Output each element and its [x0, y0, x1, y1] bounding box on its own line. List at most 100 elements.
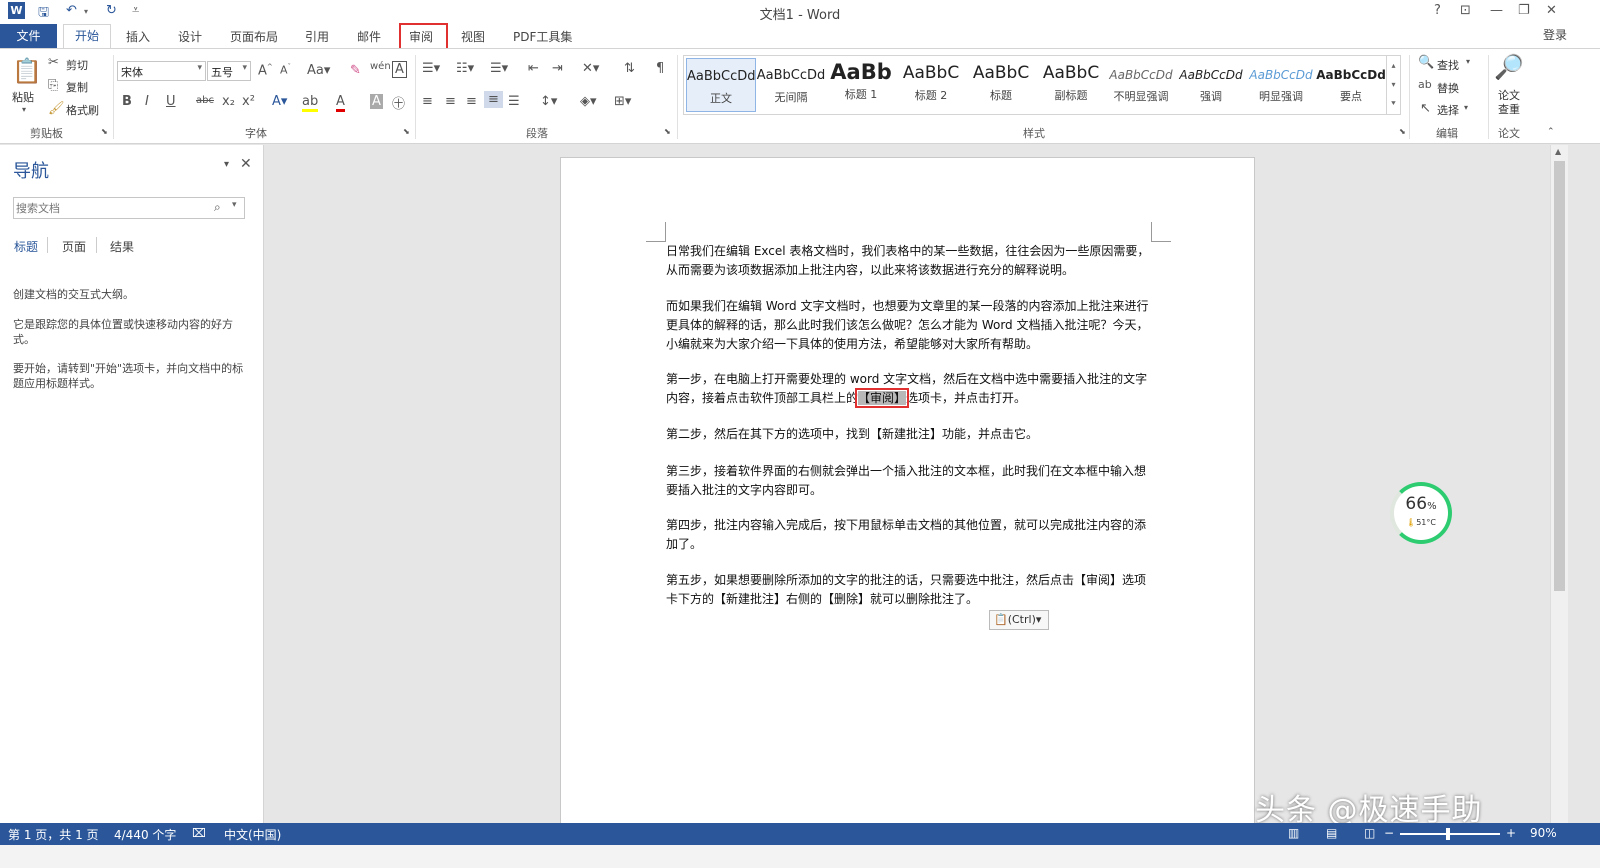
borders-icon[interactable]: ⊞▾ — [614, 94, 631, 109]
print-layout-icon[interactable]: ▤ — [1326, 826, 1337, 840]
copy-button[interactable]: 复制 — [66, 79, 88, 95]
chevron-down-icon[interactable]: ▾ — [1464, 103, 1468, 112]
paragraph-launcher-icon[interactable]: ⬊ — [664, 127, 671, 136]
enclose-character-icon[interactable]: ㊉ — [392, 93, 405, 112]
text-effects-icon[interactable]: A▾ — [272, 94, 287, 109]
proofing-icon[interactable]: ⌧ — [192, 826, 206, 840]
style-item[interactable]: AaBbC 标题 2 — [896, 58, 966, 112]
ribbon-display-icon[interactable]: ⊡ — [1460, 3, 1471, 18]
select-button[interactable]: 选择 — [1437, 102, 1459, 118]
paper-check-button[interactable]: 论文查重 — [1498, 89, 1524, 117]
align-right-icon[interactable]: ≡ — [466, 94, 477, 109]
chinese-layout-icon[interactable]: ✕▾ — [582, 61, 599, 76]
vertical-scrollbar[interactable]: ▲ — [1550, 145, 1568, 823]
numbering-icon[interactable]: ☷▾ — [456, 61, 474, 76]
increase-indent-icon[interactable]: ⇥ — [552, 61, 563, 76]
replace-button[interactable]: 替换 — [1437, 80, 1459, 96]
underline-icon[interactable]: U — [166, 94, 176, 109]
status-words[interactable]: 4/440 个字 — [114, 826, 176, 843]
tab-home[interactable]: 开始 — [63, 24, 111, 49]
superscript-icon[interactable]: x² — [242, 94, 255, 109]
styles-launcher-icon[interactable]: ⬊ — [1399, 127, 1406, 136]
gallery-more-icon[interactable]: ⯆ — [1387, 94, 1400, 113]
grow-font-icon[interactable]: A^ — [258, 63, 273, 78]
tab-view[interactable]: 视图 — [461, 28, 485, 45]
login-link[interactable]: 登录 — [1543, 26, 1567, 43]
italic-icon[interactable]: I — [145, 94, 149, 109]
phonetic-guide-icon[interactable]: wén — [370, 61, 391, 72]
document-page[interactable]: 日常我们在编辑 Excel 表格文档时，我们表格中的某一些数据，往往会因为一些原… — [560, 157, 1255, 837]
chevron-down-icon[interactable]: ▾ — [1466, 57, 1470, 66]
tab-references[interactable]: 引用 — [305, 28, 329, 45]
performance-widget[interactable]: 66% 🌡51°C — [1390, 482, 1452, 544]
character-shading-icon[interactable]: A — [370, 94, 383, 109]
zoom-in-icon[interactable]: + — [1506, 826, 1516, 840]
zoom-thumb[interactable] — [1446, 828, 1450, 840]
distributed-icon[interactable]: ☰ — [508, 94, 520, 109]
show-marks-icon[interactable]: ¶ — [656, 61, 664, 76]
web-layout-icon[interactable]: ◫ — [1364, 826, 1375, 840]
shading-icon[interactable]: ◈▾ — [580, 94, 597, 109]
tab-layout[interactable]: 页面布局 — [230, 28, 278, 45]
nav-search-input[interactable] — [16, 200, 206, 216]
format-painter-button[interactable]: 格式刷 — [66, 102, 99, 118]
scroll-up-icon[interactable]: ▲ — [1555, 147, 1561, 156]
style-item[interactable]: AaBbCcDd 正文 — [686, 58, 756, 112]
status-language[interactable]: 中文(中国) — [224, 826, 281, 843]
tab-insert[interactable]: 插入 — [126, 28, 150, 45]
bold-icon[interactable]: B — [122, 94, 132, 109]
read-mode-icon[interactable]: ▥ — [1288, 826, 1299, 840]
paste-dropdown-icon[interactable]: ▾ — [22, 105, 26, 114]
font-name-combo[interactable]: 宋体 ▾ — [117, 61, 206, 81]
gallery-down-icon[interactable]: ▾ — [1387, 75, 1400, 94]
nav-options-icon[interactable]: ▾ — [224, 159, 229, 170]
highlight-icon[interactable]: ab — [302, 94, 319, 112]
tab-mailings[interactable]: 邮件 — [357, 28, 381, 45]
tab-file[interactable]: 文件 — [0, 24, 57, 48]
nav-tab-headings[interactable]: 标题 — [14, 238, 38, 255]
cut-button[interactable]: 剪切 — [66, 57, 88, 73]
bullets-icon[interactable]: ☰▾ — [422, 61, 440, 76]
minimize-icon[interactable]: — — [1490, 3, 1503, 18]
align-center-icon[interactable]: ≡ — [445, 94, 456, 109]
nav-tab-results[interactable]: 结果 — [110, 238, 134, 255]
paste-button[interactable]: 粘贴 — [12, 89, 34, 105]
style-item[interactable]: AaBbC 标题 — [966, 58, 1036, 112]
sort-icon[interactable]: ⇅ — [624, 61, 635, 76]
font-size-combo[interactable]: 五号 ▾ — [207, 61, 251, 81]
subscript-icon[interactable]: x₂ — [222, 94, 235, 109]
change-case-icon[interactable]: Aa▾ — [307, 63, 330, 78]
clear-formatting-icon[interactable]: ✎ — [350, 63, 361, 78]
style-item[interactable]: AaBbCcDd 要点 — [1316, 58, 1386, 112]
clipboard-launcher-icon[interactable]: ⬊ — [101, 127, 108, 136]
multilevel-list-icon[interactable]: ☰▾ — [490, 61, 508, 76]
nav-tab-pages[interactable]: 页面 — [62, 238, 86, 255]
style-item[interactable]: AaBbCcDd 明显强调 — [1246, 58, 1316, 112]
gallery-scroll[interactable]: ▴ ▾ ⯆ — [1386, 56, 1400, 114]
help-button[interactable]: ? — [1434, 3, 1441, 18]
character-border-icon[interactable]: A — [392, 61, 407, 78]
paste-options-button[interactable]: 📋(Ctrl)▾ — [989, 610, 1049, 630]
zoom-out-icon[interactable]: − — [1384, 826, 1394, 840]
find-button[interactable]: 查找 — [1437, 57, 1459, 73]
scroll-thumb[interactable] — [1554, 161, 1565, 591]
line-spacing-icon[interactable]: ↕▾ — [540, 94, 557, 109]
status-page[interactable]: 第 1 页，共 1 页 — [8, 826, 99, 843]
shrink-font-icon[interactable]: Aˇ — [280, 63, 291, 77]
zoom-level[interactable]: 90% — [1530, 826, 1557, 840]
tab-design[interactable]: 设计 — [178, 28, 202, 45]
style-item[interactable]: AaBbCcDd 强调 — [1176, 58, 1246, 112]
strikethrough-icon[interactable]: abc — [196, 95, 214, 106]
chevron-down-icon[interactable]: ▾ — [232, 200, 237, 210]
font-launcher-icon[interactable]: ⬊ — [403, 127, 410, 136]
justify-icon[interactable]: ≡ — [484, 91, 503, 108]
zoom-slider[interactable] — [1400, 833, 1500, 835]
decrease-indent-icon[interactable]: ⇤ — [528, 61, 539, 76]
align-left-icon[interactable]: ≡ — [422, 94, 433, 109]
style-item[interactable]: AaBb 标题 1 — [826, 58, 896, 112]
paper-check-icon[interactable]: 🔎 — [1494, 53, 1524, 81]
paste-icon[interactable]: 📋 — [12, 57, 42, 85]
nav-search-box[interactable]: ⌕ ▾ — [13, 197, 245, 219]
selected-text[interactable]: 【审阅】 — [855, 388, 910, 408]
style-item[interactable]: AaBbCcDd 无间隔 — [756, 58, 826, 112]
